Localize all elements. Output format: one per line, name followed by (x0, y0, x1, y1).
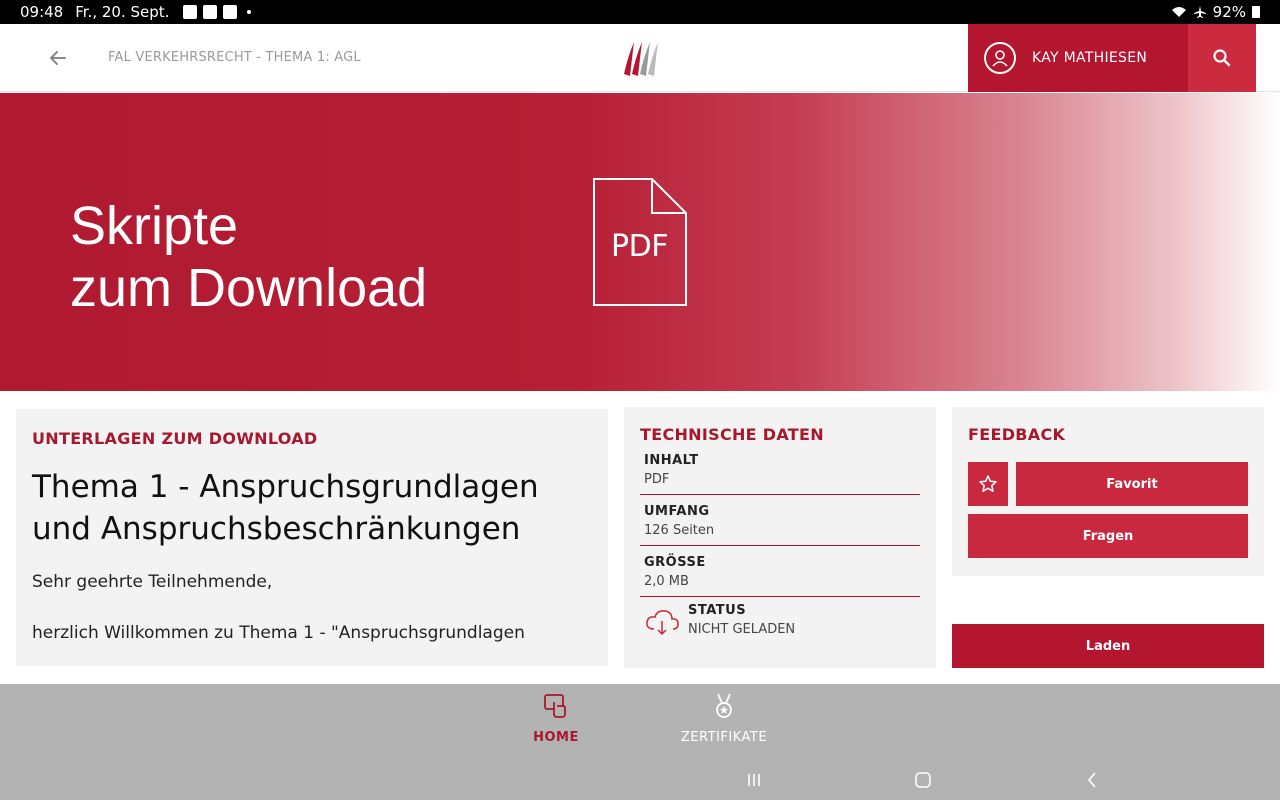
system-navigation-bar (0, 760, 1280, 800)
notification-icons (183, 5, 252, 19)
battery-percentage: 92% (1212, 3, 1246, 21)
system-status-bar: 09:48 Fr., 20. Sept. 92% (0, 0, 1280, 24)
bottom-navigation: HOME ZERTIFIKATE (0, 684, 1280, 800)
welcome-text: herzlich Willkommen zu Thema 1 - "Anspru… (32, 623, 525, 643)
search-button[interactable] (1188, 24, 1256, 92)
back-button[interactable] (40, 42, 76, 74)
system-back-button[interactable] (1078, 766, 1106, 794)
tech-row-size-pages: UMFANG 126 Seiten (640, 504, 920, 546)
tech-label: GRÖSSE (644, 555, 706, 570)
home-button[interactable] (909, 766, 937, 794)
status-value: NICHT GELADEN (688, 622, 796, 637)
star-icon (979, 475, 997, 492)
app-header: FAL VERKEHRSRECHT - THEMA 1: AGL KAY MAT… (0, 24, 1280, 92)
nav-certificates[interactable]: ZERTIFIKATE (664, 692, 784, 745)
home-circle-icon (915, 772, 931, 788)
download-panel: UNTERLAGEN ZUM DOWNLOAD Thema 1 - Anspru… (16, 409, 608, 666)
banner-title-line1: Skripte (70, 196, 239, 256)
user-name: KAY MATHIESEN (1032, 50, 1148, 66)
status-date: Fr., 20. Sept. (75, 3, 170, 21)
technical-data-panel: TECHNISCHE DATEN INHALT PDF UMFANG 126 S… (624, 407, 936, 668)
download-section-heading: UNTERLAGEN ZUM DOWNLOAD (32, 429, 318, 448)
search-icon (1213, 49, 1231, 67)
recent-apps-icon (748, 774, 760, 786)
favorite-row: Favorit (968, 462, 1248, 506)
banner-title-line2: zum Download (70, 258, 428, 318)
banner-title: Skripte zum Download (70, 195, 427, 319)
favorite-button[interactable]: Favorit (1016, 462, 1248, 506)
battery-icon (1252, 6, 1260, 18)
home-touch-icon (544, 694, 566, 718)
breadcrumb: FAL VERKEHRSRECHT - THEMA 1: AGL (108, 50, 361, 65)
feedback-panel: FEEDBACK Favorit Fragen (952, 407, 1264, 576)
nav-home-label: HOME (533, 730, 579, 745)
tech-row-content: INHALT PDF (640, 453, 920, 495)
feedback-heading: FEEDBACK (968, 425, 1066, 444)
status-label: STATUS (688, 603, 747, 618)
questions-button[interactable]: Fragen (968, 514, 1248, 558)
arrow-left-icon (50, 51, 66, 65)
favorite-star-button[interactable] (968, 462, 1008, 506)
medal-icon (716, 693, 732, 718)
hero-banner: Skripte zum Download PDF (0, 93, 1280, 391)
tech-value: 126 Seiten (644, 523, 715, 538)
cloud-download-icon (646, 610, 679, 636)
greeting-text: Sehr geehrte Teilnehmende, (32, 572, 273, 592)
document-title: Thema 1 - Anspruchsgrundlagen und Anspru… (32, 469, 539, 547)
wifi-icon (1171, 7, 1186, 17)
user-profile-button[interactable]: KAY MATHIESEN (968, 24, 1188, 92)
airplane-icon (1193, 6, 1206, 18)
tech-row-filesize: GRÖSSE 2,0 MB (640, 555, 920, 597)
tech-value: PDF (644, 472, 670, 487)
pdf-icon-label: PDF (611, 229, 668, 264)
user-avatar-icon (984, 42, 1016, 74)
gallery-notification-icon (183, 5, 198, 19)
status-time: 09:48 (20, 3, 64, 21)
tech-label: UMFANG (644, 504, 710, 519)
check-notification-icon (203, 5, 218, 19)
chevron-left-icon (1087, 772, 1096, 788)
load-button[interactable]: Laden (952, 624, 1264, 668)
technical-data-heading: TECHNISCHE DATEN (640, 425, 824, 444)
nav-certificates-label: ZERTIFIKATE (680, 730, 768, 745)
tech-label: INHALT (644, 453, 699, 468)
more-notifications-icon (247, 10, 252, 14)
nav-home[interactable]: HOME (496, 692, 616, 745)
tech-value: 2,0 MB (644, 574, 689, 589)
slack-notification-icon (223, 5, 238, 19)
download-status: STATUS NICHT GELADEN (640, 603, 920, 637)
app-logo (624, 42, 658, 76)
status-right: 92% (1171, 3, 1260, 21)
recent-apps-button[interactable] (740, 766, 768, 794)
